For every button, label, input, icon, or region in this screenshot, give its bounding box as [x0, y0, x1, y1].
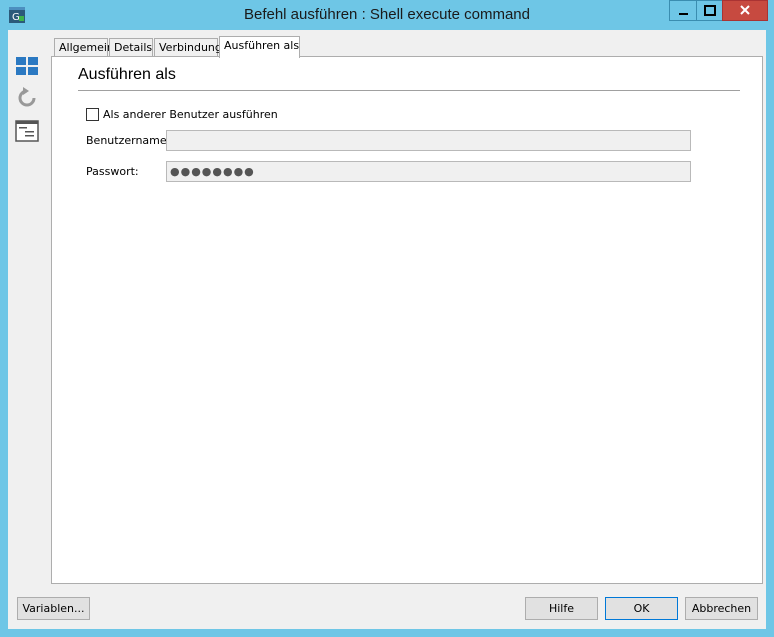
- dialog-client-area: Allgemein Details Verbindung Ausführen a…: [8, 30, 766, 629]
- properties-icon[interactable]: [15, 119, 39, 143]
- variables-button[interactable]: Variablen...: [17, 597, 90, 620]
- run-as-other-user-label[interactable]: Als anderer Benutzer ausführen: [103, 108, 278, 121]
- minimize-icon: [679, 13, 688, 15]
- refresh-icon[interactable]: [15, 86, 39, 110]
- username-label: Benutzername:: [86, 134, 171, 147]
- tab-details[interactable]: Details: [109, 38, 153, 57]
- close-button[interactable]: [722, 0, 768, 21]
- grid-icon[interactable]: [15, 54, 39, 78]
- tab-ausfuehren-als[interactable]: Ausführen als: [219, 36, 300, 58]
- username-input[interactable]: [166, 130, 691, 151]
- dialog-window: G Befehl ausführen : Shell execute comma…: [0, 0, 774, 637]
- tab-verbindung[interactable]: Verbindung: [154, 38, 222, 57]
- maximize-button[interactable]: [696, 0, 722, 21]
- section-divider: [78, 90, 740, 91]
- section-title: Ausführen als: [78, 66, 176, 83]
- maximize-icon: [704, 5, 716, 16]
- minimize-button[interactable]: [669, 0, 696, 21]
- password-label: Passwort:: [86, 165, 139, 178]
- tab-panel: Ausführen als Als anderer Benutzer ausfü…: [51, 56, 763, 584]
- run-as-other-user-checkbox[interactable]: [86, 108, 99, 121]
- window-title: Befehl ausführen : Shell execute command: [243, 6, 530, 23]
- help-button[interactable]: Hilfe: [525, 597, 598, 620]
- password-input[interactable]: ●●●●●●●●: [166, 161, 691, 182]
- close-icon: [740, 5, 750, 15]
- ok-button[interactable]: OK: [605, 597, 678, 620]
- cancel-button[interactable]: Abbrechen: [685, 597, 758, 620]
- tab-allgemein[interactable]: Allgemein: [54, 38, 114, 57]
- title-bar[interactable]: G Befehl ausführen : Shell execute comma…: [0, 0, 774, 30]
